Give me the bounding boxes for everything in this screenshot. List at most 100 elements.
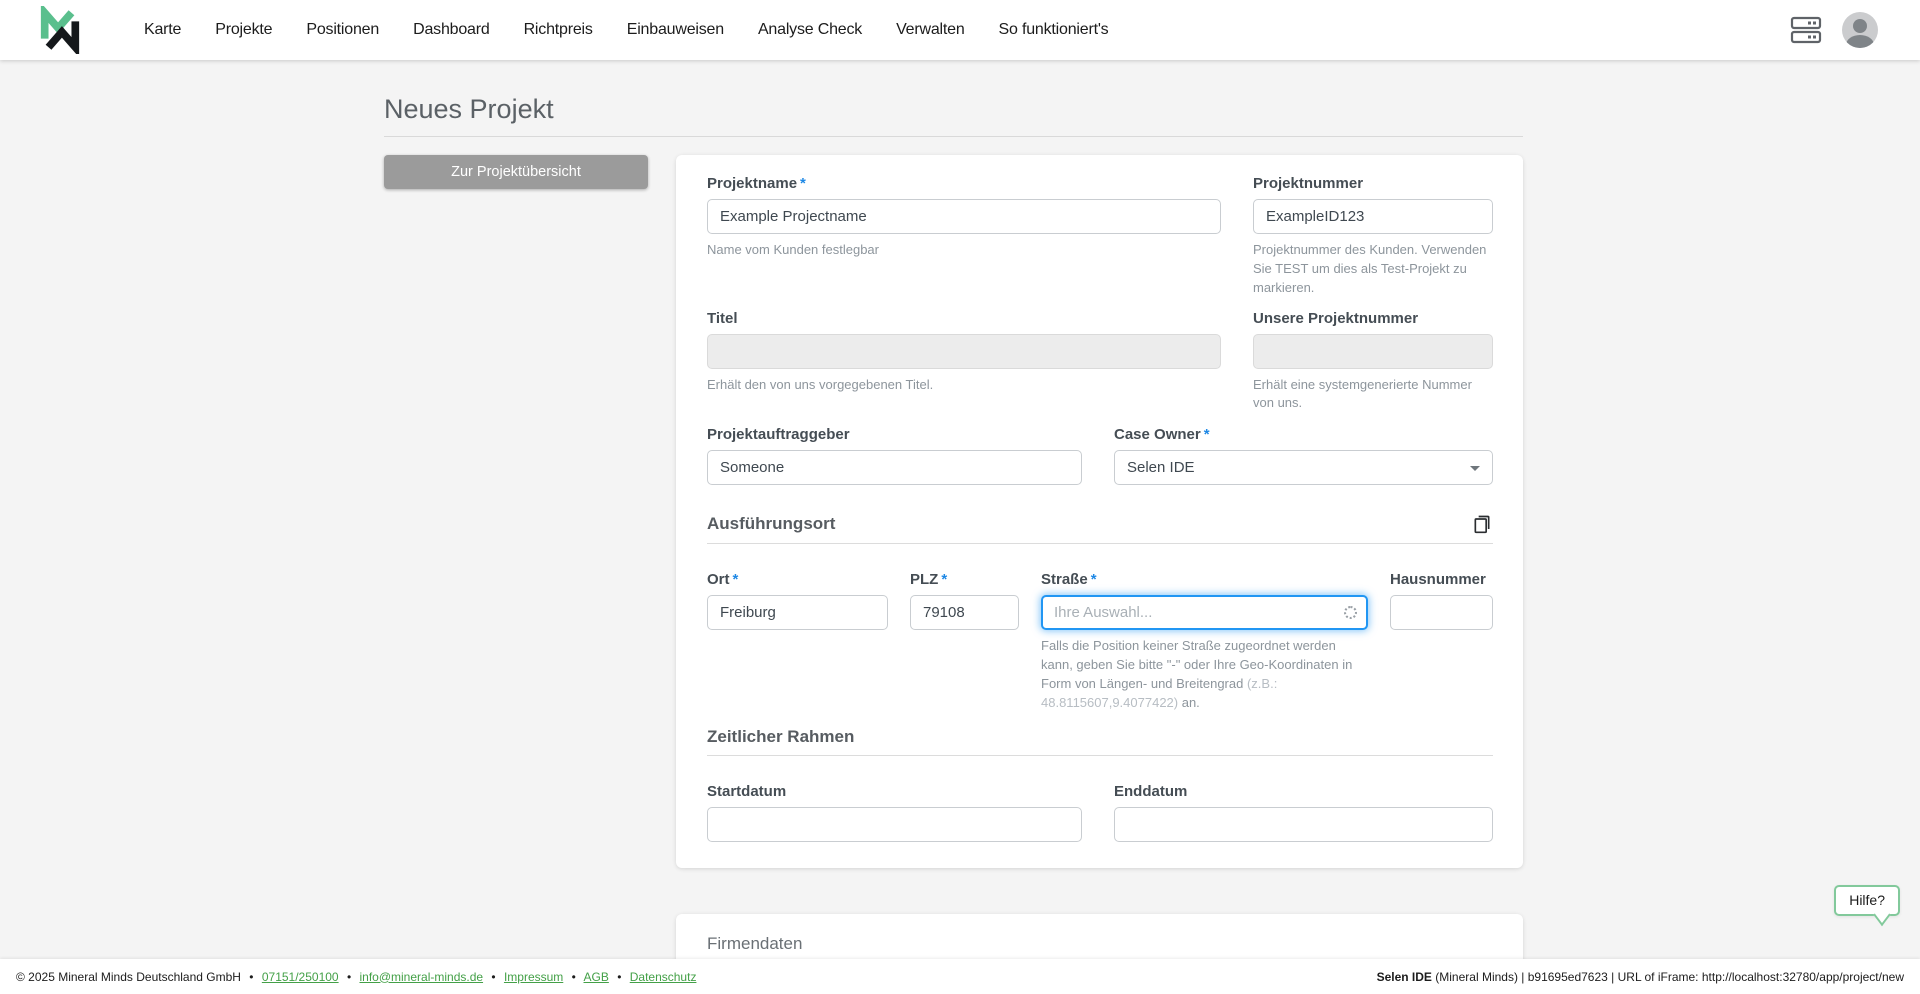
ort-field: Ort*: [707, 571, 888, 712]
nav-item-so-funktionierts[interactable]: So funktioniert's: [999, 21, 1109, 39]
projektnummer-input[interactable]: [1253, 199, 1493, 234]
strasse-label-text: Straße: [1041, 571, 1088, 588]
footer-bar: © 2025 Mineral Minds Deutschland GmbH • …: [0, 959, 1920, 994]
nav-item-dashboard[interactable]: Dashboard: [413, 21, 489, 39]
projektname-input[interactable]: [707, 199, 1221, 234]
zeitlicher-rahmen-section-header: Zeitlicher Rahmen: [707, 727, 1493, 756]
zeitlicher-rahmen-heading: Zeitlicher Rahmen: [707, 727, 854, 747]
unsere-projektnummer-input: [1253, 334, 1493, 369]
projektauftraggeber-label: Projektauftraggeber: [707, 426, 1082, 443]
titel-label: Titel: [707, 310, 1221, 327]
footer-datenschutz-link[interactable]: Datenschutz: [630, 970, 697, 984]
footer-email-link[interactable]: info@mineral-minds.de: [359, 970, 483, 984]
required-asterisk: *: [1091, 571, 1097, 588]
footer-impressum-link[interactable]: Impressum: [504, 970, 563, 984]
strasse-helper-end: an.: [1178, 695, 1200, 710]
ausfuehrungsort-section-header: Ausführungsort: [707, 513, 1493, 544]
footer-left: © 2025 Mineral Minds Deutschland GmbH • …: [16, 970, 696, 984]
footer-separator: •: [347, 970, 351, 984]
projektauftraggeber-field: Projektauftraggeber: [707, 426, 1082, 485]
plz-label-text: PLZ: [910, 571, 938, 588]
strasse-field: Straße* Falls die Position keiner Straße…: [1041, 571, 1368, 712]
strasse-input[interactable]: [1041, 595, 1368, 630]
avatar-body: [1846, 35, 1874, 48]
footer-phone-link[interactable]: 07151/250100: [262, 970, 339, 984]
ort-label-text: Ort: [707, 571, 730, 588]
hausnummer-field: Hausnummer: [1390, 571, 1493, 712]
nav-item-projekte[interactable]: Projekte: [215, 21, 272, 39]
enddatum-field: Enddatum: [1114, 783, 1493, 842]
footer-separator: •: [491, 970, 495, 984]
nav-item-karte[interactable]: Karte: [144, 21, 181, 39]
nav-item-analyse-check[interactable]: Analyse Check: [758, 21, 862, 39]
copy-icon: [1472, 513, 1492, 535]
nav-item-richtpreis[interactable]: Richtpreis: [524, 21, 593, 39]
footer-right: Selen IDE (Mineral Minds) | b91695ed7623…: [1377, 970, 1904, 984]
copy-address-button[interactable]: [1471, 513, 1493, 535]
enddatum-input[interactable]: [1114, 807, 1493, 842]
nav-item-positionen[interactable]: Positionen: [306, 21, 379, 39]
enddatum-label: Enddatum: [1114, 783, 1493, 800]
nav-menu: Karte Projekte Positionen Dashboard Rich…: [144, 21, 1108, 39]
top-navigation-bar: Karte Projekte Positionen Dashboard Rich…: [0, 0, 1920, 60]
footer-agb-link[interactable]: AGB: [584, 970, 609, 984]
startdatum-field: Startdatum: [707, 783, 1082, 842]
case-owner-field: Case Owner* Selen IDE: [1114, 426, 1493, 485]
project-overview-button[interactable]: Zur Projektübersicht: [384, 155, 648, 189]
projektname-label: Projektname*: [707, 175, 1221, 192]
footer-user-name: Selen IDE: [1377, 970, 1432, 984]
logo-icon: [38, 6, 82, 54]
footer-separator: •: [617, 970, 621, 984]
ort-label: Ort*: [707, 571, 888, 588]
footer-separator: •: [249, 970, 253, 984]
projektnummer-field: Projektnummer Projektnummer des Kunden. …: [1253, 175, 1493, 298]
nav-item-verwalten[interactable]: Verwalten: [896, 21, 964, 39]
nav-item-einbauweisen[interactable]: Einbauweisen: [627, 21, 724, 39]
footer-copyright: © 2025 Mineral Minds Deutschland GmbH: [16, 970, 241, 984]
required-asterisk: *: [733, 571, 739, 588]
strasse-helper-main: Falls die Position keiner Straße zugeord…: [1041, 638, 1352, 691]
projektnummer-label: Projektnummer: [1253, 175, 1493, 192]
loading-spinner-icon: [1344, 606, 1357, 619]
startdatum-input[interactable]: [707, 807, 1082, 842]
case-owner-select[interactable]: Selen IDE: [1114, 450, 1493, 485]
plz-label: PLZ*: [910, 571, 1019, 588]
projektname-label-text: Projektname: [707, 175, 797, 192]
unsere-projektnummer-label: Unsere Projektnummer: [1253, 310, 1493, 327]
titel-field: Titel Erhält den von uns vorgegebenen Ti…: [707, 310, 1221, 414]
titel-helper: Erhält den von uns vorgegebenen Titel.: [707, 376, 1221, 395]
avatar-head: [1853, 19, 1867, 33]
startdatum-label: Startdatum: [707, 783, 1082, 800]
ausfuehrungsort-heading: Ausführungsort: [707, 514, 835, 534]
strasse-label: Straße*: [1041, 571, 1368, 588]
title-divider: [384, 136, 1523, 137]
strasse-helper: Falls die Position keiner Straße zugeord…: [1041, 637, 1368, 712]
case-owner-label: Case Owner*: [1114, 426, 1493, 443]
case-owner-value: Selen IDE: [1127, 459, 1195, 476]
plz-input[interactable]: [910, 595, 1019, 630]
page-title: Neues Projekt: [384, 94, 1523, 125]
case-owner-label-text: Case Owner: [1114, 426, 1201, 443]
plz-field: PLZ*: [910, 571, 1019, 712]
left-column: Zur Projektübersicht: [384, 155, 648, 189]
mineral-minds-logo[interactable]: [38, 6, 82, 54]
user-avatar[interactable]: [1842, 12, 1878, 48]
projektname-helper: Name vom Kunden festlegbar: [707, 241, 1221, 260]
required-asterisk: *: [800, 175, 806, 192]
chevron-down-icon: [1470, 466, 1480, 471]
titel-input: [707, 334, 1221, 369]
project-form-card: Projektname* Name vom Kunden festlegbar …: [676, 155, 1523, 868]
footer-separator: •: [572, 970, 576, 984]
unsere-projektnummer-helper: Erhält eine systemgenerierte Nummer von …: [1253, 376, 1493, 414]
projektauftraggeber-input[interactable]: [707, 450, 1082, 485]
help-button[interactable]: Hilfe?: [1834, 885, 1900, 916]
firmendaten-heading: Firmendaten: [707, 934, 802, 954]
hausnummer-label: Hausnummer: [1390, 571, 1493, 588]
main-content: Neues Projekt Zur Projektübersicht Proje…: [384, 94, 1523, 994]
ort-input[interactable]: [707, 595, 888, 630]
required-asterisk: *: [941, 571, 947, 588]
projektnummer-helper: Projektnummer des Kunden. Verwenden Sie …: [1253, 241, 1493, 298]
required-asterisk: *: [1204, 426, 1210, 443]
server-icon[interactable]: [1790, 16, 1822, 44]
hausnummer-input[interactable]: [1390, 595, 1493, 630]
